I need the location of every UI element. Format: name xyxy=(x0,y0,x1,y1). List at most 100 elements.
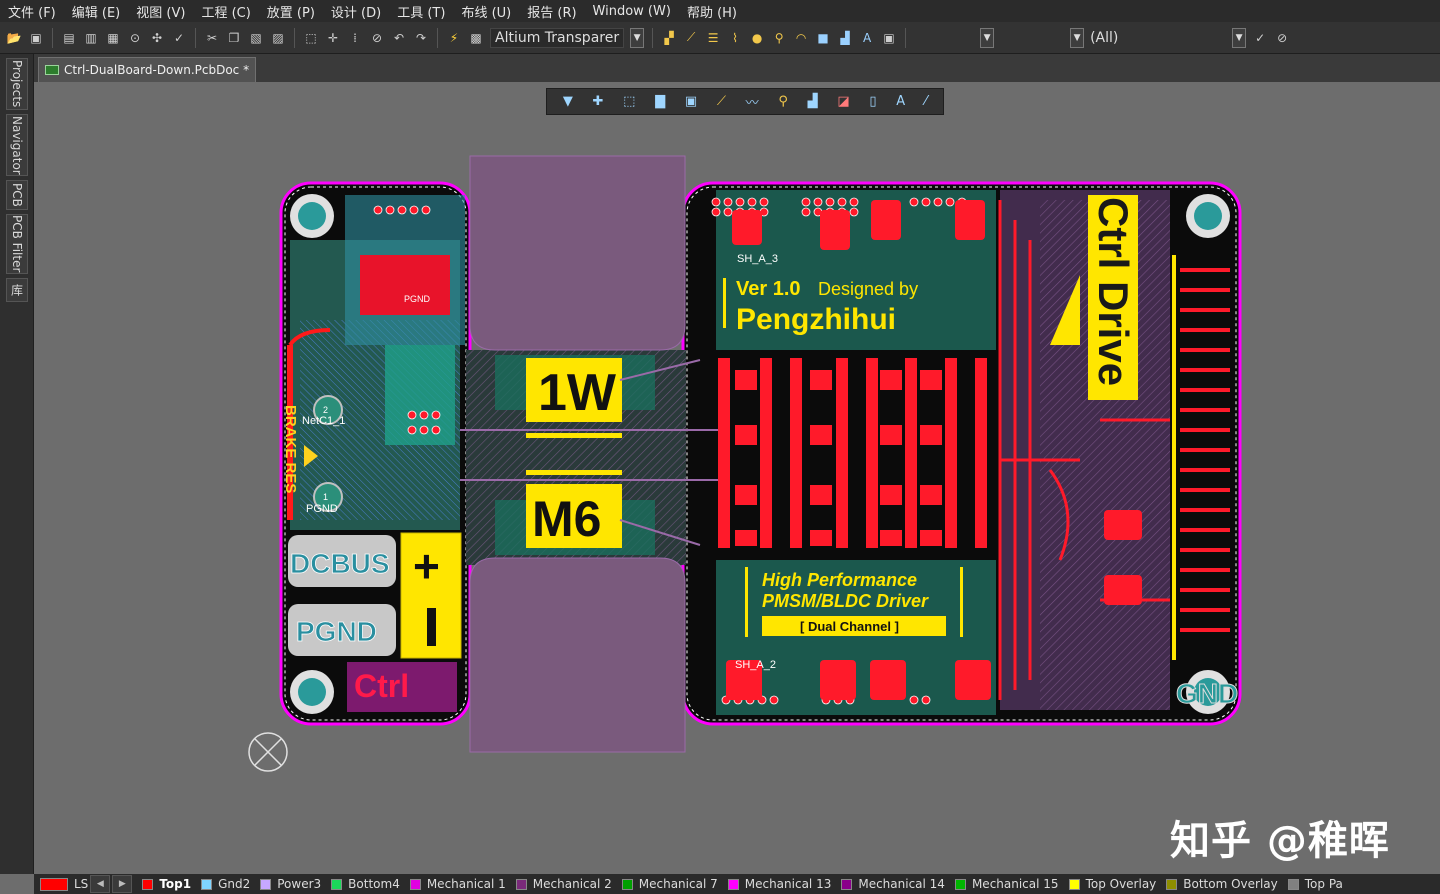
layer-tab[interactable]: Power3 xyxy=(260,877,321,891)
cut-icon[interactable]: ✂ xyxy=(204,30,220,46)
layer-swatch xyxy=(727,878,739,890)
region-icon[interactable]: ◪ xyxy=(837,94,849,109)
zoom-filtered-icon[interactable]: ✓ xyxy=(171,30,187,46)
layer-swatch xyxy=(1166,878,1178,890)
open-folder-icon[interactable]: 📂 xyxy=(6,30,22,46)
dimension-icon[interactable]: ▯ xyxy=(869,94,876,109)
ctrl-drive-label: Ctrl Drive xyxy=(1090,197,1137,386)
multi-routing-icon[interactable]: ☰ xyxy=(705,30,721,46)
layer-tab[interactable]: Mechanical 14 xyxy=(841,877,945,891)
zoom-fit-icon[interactable]: ▦ xyxy=(105,30,121,46)
align-icon[interactable]: ▇ xyxy=(655,94,665,109)
layer-tab[interactable]: Mechanical 2 xyxy=(515,877,612,891)
menu-project[interactable]: 工程 (C) xyxy=(201,2,250,21)
scroll-right-icon[interactable]: ▶ xyxy=(112,875,133,893)
move-icon[interactable]: ✚ xyxy=(593,94,604,109)
view-config-dropdown[interactable]: ▼ xyxy=(630,27,645,48)
menu-file[interactable]: 文件 (F) xyxy=(8,2,56,21)
clear-filter-icon[interactable]: ⊘ xyxy=(369,30,385,46)
paste-icon[interactable]: ▧ xyxy=(248,30,264,46)
pcb-canvas[interactable]: 2 1 NetC1_1 PGND PGND BRAKE RES DCBUS PG… xyxy=(34,82,1440,874)
view-config-select[interactable]: Altium Transparer xyxy=(490,27,625,48)
zoom-area-icon[interactable]: ⊙ xyxy=(127,30,143,46)
layer-swatch xyxy=(841,878,853,890)
panel-tab-pcb-filter[interactable]: PCB Filter xyxy=(6,214,28,274)
menu-place[interactable]: 放置 (P) xyxy=(267,2,315,21)
toolbar-divider xyxy=(652,27,654,48)
menu-tools[interactable]: 工具 (T) xyxy=(397,2,445,21)
rubber-stamp-icon[interactable]: ▨ xyxy=(270,30,286,46)
menu-window[interactable]: Window (W) xyxy=(593,4,671,19)
layer-tab[interactable]: Gnd2 xyxy=(201,877,250,891)
layer-tab[interactable]: Bottom Overlay xyxy=(1166,877,1278,891)
menu-help[interactable]: 帮助 (H) xyxy=(687,2,737,21)
save-icon[interactable]: ▣ xyxy=(28,30,44,46)
route-icon[interactable]: ⟋ xyxy=(717,94,726,109)
scroll-left-icon[interactable]: ◀ xyxy=(90,875,111,893)
class-filter-value[interactable]: (All) xyxy=(1090,30,1226,46)
interactive-routing-icon[interactable]: ▞ xyxy=(661,30,677,46)
menu-route[interactable]: 布线 (U) xyxy=(461,2,511,21)
tune-icon[interactable]: 〰 xyxy=(746,92,759,111)
menu-reports[interactable]: 报告 (R) xyxy=(527,2,576,21)
panel-tab-pcb[interactable]: PCB xyxy=(6,180,28,210)
pcb-board-drawing: 2 1 NetC1_1 PGND PGND BRAKE RES DCBUS PG… xyxy=(248,155,1242,772)
copy-icon[interactable]: ❐ xyxy=(226,30,242,46)
browse-components-icon[interactable]: ▩ xyxy=(468,30,484,46)
arc-icon[interactable]: ◠ xyxy=(793,30,809,46)
document-tab-bar: Ctrl-DualBoard-Down.PcbDoc * xyxy=(34,54,1440,82)
length-tuning-icon[interactable]: ⌇ xyxy=(727,30,743,46)
label-m6: M6 xyxy=(532,491,601,547)
undo-icon[interactable]: ↶ xyxy=(391,30,407,46)
net-filter-dropdown[interactable]: ▼ xyxy=(980,27,995,48)
place-pad-icon[interactable]: ⚲ xyxy=(771,30,787,46)
diff-pair-routing-icon[interactable]: ⟋ xyxy=(683,30,699,46)
place-via-icon[interactable]: ● xyxy=(749,30,765,46)
select-icon[interactable]: ⬚ xyxy=(623,94,635,109)
class-filter-dropdown[interactable]: ▼ xyxy=(1070,27,1085,48)
layer-tab[interactable]: Bottom4 xyxy=(331,877,400,891)
panel-tab-navigator[interactable]: Navigator xyxy=(6,114,28,176)
redo-icon[interactable]: ↷ xyxy=(413,30,429,46)
toolbar-divider xyxy=(905,27,907,48)
panel-tab-library[interactable]: 库 xyxy=(6,278,28,302)
string-icon[interactable]: A xyxy=(859,30,875,46)
panel-tab-projects[interactable]: Projects xyxy=(6,58,28,110)
deselect-icon[interactable]: ⁞ xyxy=(347,30,363,46)
text-icon[interactable]: A xyxy=(896,94,905,109)
designed-by-label: Designed by xyxy=(818,279,918,299)
document-tab[interactable]: Ctrl-DualBoard-Down.PcbDoc * xyxy=(38,57,257,82)
clear-class-icon[interactable]: ⊘ xyxy=(1274,30,1290,46)
mounting-hole xyxy=(290,670,334,714)
component-icon[interactable]: ▣ xyxy=(881,30,897,46)
filter-icon[interactable]: ▼ xyxy=(563,94,573,109)
layer-tab[interactable]: Top1 xyxy=(142,877,191,891)
component-place-icon[interactable]: ▣ xyxy=(685,94,697,109)
layer-ls[interactable]: LS xyxy=(40,877,88,891)
layer-tab[interactable]: Mechanical 15 xyxy=(954,877,1059,891)
layer-tab[interactable]: Mechanical 7 xyxy=(621,877,718,891)
print-preview-icon[interactable]: ▥ xyxy=(83,30,99,46)
polygon-icon[interactable]: ▟ xyxy=(837,30,853,46)
menu-edit[interactable]: 编辑 (E) xyxy=(72,2,121,21)
select-class-icon[interactable]: ✓ xyxy=(1252,30,1268,46)
layer-tab[interactable]: Mechanical 13 xyxy=(727,877,831,891)
menu-design[interactable]: 设计 (D) xyxy=(331,2,381,21)
move-selection-icon[interactable]: ✛ xyxy=(325,30,341,46)
panel-strip: Projects Navigator PCB PCB Filter 库 xyxy=(0,54,34,874)
layer-tab[interactable]: Top Pa xyxy=(1287,877,1343,891)
mounting-hole xyxy=(290,194,334,238)
sh-a2-label: SH_A_2 xyxy=(735,659,776,671)
menu-view[interactable]: 视图 (V) xyxy=(136,2,185,21)
pad-place-icon[interactable]: ⚲ xyxy=(778,94,788,109)
line-icon[interactable]: ⁄ xyxy=(925,94,927,109)
zoom-selected-icon[interactable]: ✣ xyxy=(149,30,165,46)
cross-probe-icon[interactable]: ⚡ xyxy=(446,30,462,46)
layer-tab[interactable]: Mechanical 1 xyxy=(409,877,506,891)
fill-place-icon[interactable]: ▟ xyxy=(808,94,818,109)
print-icon[interactable]: ▤ xyxy=(61,30,77,46)
fill-icon[interactable]: ■ xyxy=(815,30,831,46)
layer-tab[interactable]: Top Overlay xyxy=(1068,877,1156,891)
select-area-icon[interactable]: ⬚ xyxy=(303,30,319,46)
class-select-dropdown[interactable]: ▼ xyxy=(1232,27,1247,48)
